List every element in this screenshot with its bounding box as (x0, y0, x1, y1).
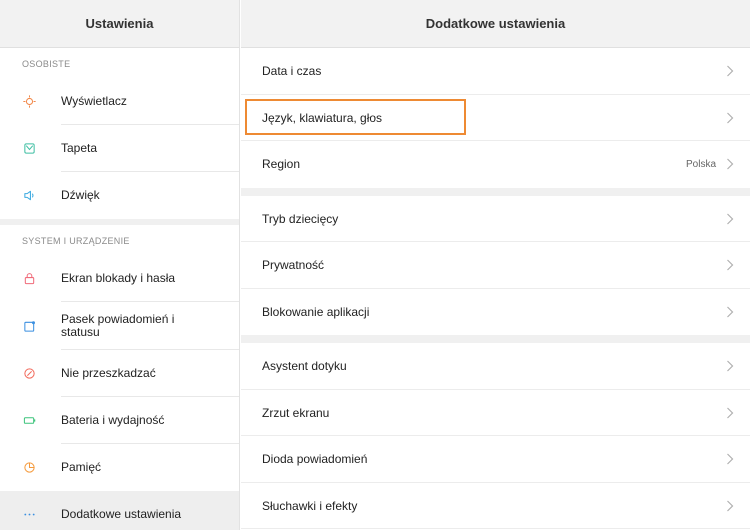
settings-row-label: Język, klawiatura, głos (262, 110, 383, 125)
storage-icon (0, 461, 61, 474)
settings-row-label: Blokowanie aplikacji (262, 304, 370, 319)
sidebar-item-label: Nie przeszkadzać (61, 366, 156, 380)
group-divider (241, 187, 750, 196)
sidebar-item-storage[interactable]: Pamięć (0, 444, 239, 491)
chevron-right-icon (727, 213, 734, 225)
chevron-right-icon (727, 158, 734, 170)
chevron-right-icon (727, 65, 734, 77)
brightness-icon (0, 95, 61, 108)
speaker-icon (0, 189, 61, 202)
notification-bar-icon (0, 320, 61, 333)
wallpaper-icon (0, 142, 61, 155)
settings-row-label: Asystent dotyku (262, 359, 347, 374)
chevron-right-icon (727, 407, 734, 419)
chevron-right-icon (727, 306, 734, 318)
sidebar-item-label: Ekran blokady i hasła (61, 271, 176, 285)
sidebar-title: Ustawienia (85, 16, 154, 31)
settings-row-label: Dioda powiadomień (262, 452, 368, 467)
section-label-personal: OSOBISTE (22, 59, 71, 69)
settings-row-label: Prywatność (262, 258, 325, 273)
sidebar-header: Ustawienia (0, 0, 239, 48)
battery-icon (0, 414, 61, 427)
chevron-right-icon (727, 360, 734, 372)
pane-header: Dodatkowe ustawienia (241, 0, 750, 48)
settings-row-date-time[interactable]: Data i czas (241, 48, 750, 95)
sidebar-item-label: Pamięć (61, 460, 102, 474)
settings-row-screenshot[interactable]: Zrzut ekranu (241, 390, 750, 436)
settings-row-privacy[interactable]: Prywatność (241, 242, 750, 289)
additional-settings-pane: Dodatkowe ustawienia Data i czas Język, … (241, 0, 750, 530)
settings-row-region[interactable]: Region Polska (241, 141, 750, 188)
sidebar-item-sound[interactable]: Dźwięk (0, 172, 239, 219)
settings-row-label: Tryb dziecięcy (262, 211, 339, 226)
settings-row-notification-light[interactable]: Dioda powiadomień (241, 436, 750, 483)
chevron-right-icon (727, 259, 734, 271)
do-not-disturb-icon (0, 367, 61, 380)
sidebar-item-label: Dźwięk (61, 188, 100, 202)
settings-row-child-mode[interactable]: Tryb dziecięcy (241, 196, 750, 242)
sidebar-item-label: Dodatkowe ustawienia (61, 507, 182, 521)
sidebar-item-wallpaper[interactable]: Tapeta (0, 125, 239, 172)
chevron-right-icon (727, 112, 734, 124)
chevron-right-icon (727, 500, 734, 512)
settings-row-headphones-effects[interactable]: Słuchawki i efekty (241, 483, 750, 529)
settings-row-label: Data i czas (262, 64, 322, 79)
settings-row-label: Region (262, 157, 301, 172)
settings-row-language-keyboard-voice[interactable]: Język, klawiatura, głos (241, 95, 750, 141)
more-dots-icon (0, 508, 61, 521)
section-label-system: SYSTEM I URZĄDZENIE (22, 236, 130, 246)
sidebar-item-additional-settings[interactable]: Dodatkowe ustawienia (0, 491, 239, 530)
chevron-right-icon (727, 453, 734, 465)
settings-row-app-lock[interactable]: Blokowanie aplikacji (241, 289, 750, 336)
sidebar-item-battery[interactable]: Bateria i wydajność (0, 397, 239, 444)
settings-row-touch-assistant[interactable]: Asystent dotyku (241, 343, 750, 390)
sidebar-item-label: Tapeta (61, 141, 98, 155)
sidebar-item-notification-bar[interactable]: Pasek powiadomień i statusu (0, 302, 239, 350)
page-title: Dodatkowe ustawienia (425, 16, 566, 31)
settings-row-label: Zrzut ekranu (262, 405, 330, 420)
sidebar-item-label: Bateria i wydajność (61, 413, 165, 427)
settings-sidebar: Ustawienia OSOBISTE Wyświetlacz Tapeta D… (0, 0, 240, 530)
lock-icon (0, 272, 61, 285)
sidebar-item-lock-screen[interactable]: Ekran blokady i hasła (0, 255, 239, 302)
group-divider (241, 335, 750, 343)
region-value: Polska (685, 158, 716, 170)
sidebar-item-label: Pasek powiadomień i statusu (61, 312, 175, 339)
sidebar-item-display[interactable]: Wyświetlacz (0, 78, 239, 125)
sidebar-item-label: Wyświetlacz (61, 94, 127, 108)
settings-row-label: Słuchawki i efekty (262, 498, 358, 513)
sidebar-item-do-not-disturb[interactable]: Nie przeszkadzać (0, 350, 239, 397)
